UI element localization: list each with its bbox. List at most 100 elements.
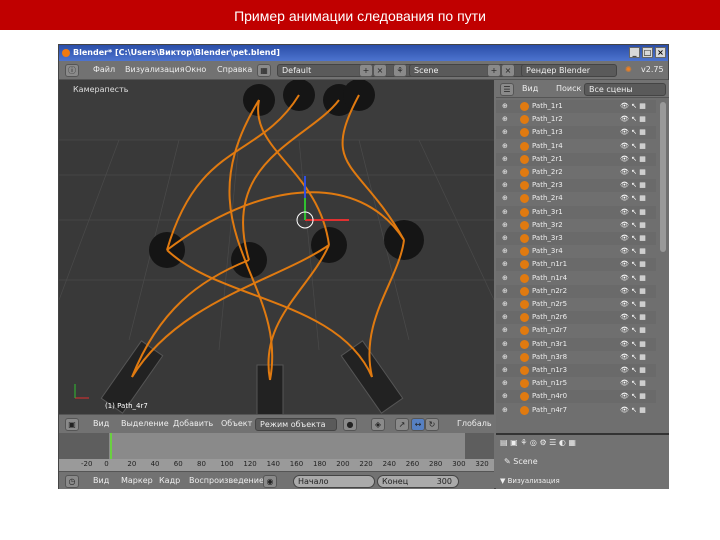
expand-icon[interactable]: ⊕	[502, 258, 508, 271]
visibility-icons[interactable]: 👁 ↖ ▦	[620, 285, 646, 298]
visibility-icons[interactable]: 👁 ↖ ▦	[620, 232, 646, 245]
maximize-button[interactable]: □	[642, 47, 653, 58]
menu-view[interactable]: Вид	[93, 419, 109, 428]
menu-marker[interactable]: Маркер	[121, 476, 153, 485]
visibility-icons[interactable]: 👁 ↖ ▦	[620, 272, 646, 285]
expand-icon[interactable]: ⊕	[502, 219, 508, 232]
outliner-item[interactable]: ⊕ Path_1r4 👁 ↖ ▦	[496, 140, 656, 153]
layout-icon[interactable]: ▦	[257, 64, 271, 77]
mode-select[interactable]: Режим объекта	[255, 418, 337, 431]
visibility-icons[interactable]: 👁 ↖ ▦	[620, 351, 646, 364]
visibility-icons[interactable]: 👁 ↖ ▦	[620, 364, 646, 377]
outliner-item[interactable]: ⊕ Path_n1r5 👁 ↖ ▦	[496, 377, 656, 390]
menu-file[interactable]: Файл	[93, 65, 115, 74]
expand-icon[interactable]: ⊕	[502, 285, 508, 298]
outliner-item[interactable]: ⊕ Path_n2r6 👁 ↖ ▦	[496, 311, 656, 325]
expand-icon[interactable]: ⊕	[502, 364, 508, 377]
expand-icon[interactable]: ⊕	[502, 377, 508, 390]
outliner-item[interactable]: ⊕ Path_n3r8 👁 ↖ ▦	[496, 351, 656, 364]
visibility-icons[interactable]: 👁 ↖ ▦	[620, 153, 646, 166]
scene-remove-button[interactable]: ×	[501, 64, 515, 77]
menu-select[interactable]: Выделение	[121, 419, 169, 428]
visibility-icons[interactable]: 👁 ↖ ▦	[620, 324, 646, 337]
outliner-scrollbar[interactable]	[660, 102, 666, 252]
outliner-item[interactable]: ⊕ Path_n2r2 👁 ↖ ▦	[496, 284, 656, 298]
editor-type-icon[interactable]: ▣	[65, 418, 79, 431]
keying-icon[interactable]: ◉	[263, 475, 277, 488]
menu-playback[interactable]: Воспроизведение	[189, 476, 264, 485]
outliner-item[interactable]: ⊕ Path_1r3 👁 ↖ ▦	[496, 126, 656, 140]
start-frame-field[interactable]: Начало	[293, 475, 375, 488]
translate-icon[interactable]: ↔	[411, 418, 425, 431]
orientation-select[interactable]: Глобаль	[457, 419, 492, 428]
outliner-item[interactable]: ⊕ Path_n4r0 👁 ↖ ▦	[496, 390, 656, 404]
visibility-icons[interactable]: 👁 ↖ ▦	[620, 311, 646, 324]
scene-add-button[interactable]: +	[487, 64, 501, 77]
timeline-ruler[interactable]: -20 0 20 40 60 80 100 120 140 160 180 200 220 240 260 2…	[59, 459, 494, 471]
close-button[interactable]: ×	[655, 47, 666, 58]
visibility-icons[interactable]: 👁 ↖ ▦	[620, 245, 646, 258]
visibility-icons[interactable]: 👁 ↖ ▦	[620, 258, 646, 271]
editor-type-icon[interactable]: ◷	[65, 475, 79, 488]
visibility-icons[interactable]: 👁 ↖ ▦	[620, 404, 646, 416]
visibility-icons[interactable]: 👁 ↖ ▦	[620, 166, 646, 179]
outliner-item[interactable]: ⊕ Path_n3r1 👁 ↖ ▦	[496, 337, 656, 351]
visibility-icons[interactable]: 👁 ↖ ▦	[620, 100, 646, 113]
expand-icon[interactable]: ⊕	[502, 390, 508, 403]
expand-icon[interactable]: ⊕	[502, 311, 508, 324]
outliner-item[interactable]: ⊕ Path_3r1 👁 ↖ ▦	[496, 205, 656, 219]
outliner-item[interactable]: ⊕ Path_3r2 👁 ↖ ▦	[496, 219, 656, 232]
expand-icon[interactable]: ⊕	[502, 298, 508, 311]
expand-icon[interactable]: ⊕	[502, 192, 508, 205]
render-engine-select[interactable]: Рендер Blender	[521, 64, 617, 77]
editor-type-icon[interactable]: ⓘ	[65, 64, 79, 77]
outliner-item[interactable]: ⊕ Path_2r4 👁 ↖ ▦	[496, 192, 656, 205]
visibility-icons[interactable]: 👁 ↖ ▦	[620, 338, 646, 351]
menu-object[interactable]: Объект	[221, 419, 252, 428]
expand-icon[interactable]: ⊕	[502, 100, 508, 113]
expand-icon[interactable]: ⊕	[502, 126, 508, 139]
current-frame-marker[interactable]	[110, 433, 112, 459]
outliner-item[interactable]: ⊕ Path_2r1 👁 ↖ ▦	[496, 152, 656, 166]
visibility-icons[interactable]: 👁 ↖ ▦	[620, 126, 646, 139]
expand-icon[interactable]: ⊕	[502, 245, 508, 258]
outliner-item[interactable]: ⊕ Path_2r3 👁 ↖ ▦	[496, 179, 656, 193]
outliner-item[interactable]: ⊕ Path_3r3 👁 ↖ ▦	[496, 232, 656, 245]
layout-remove-button[interactable]: ×	[373, 64, 387, 77]
menu-window[interactable]: Окно	[185, 65, 206, 74]
properties-tabs[interactable]: ▤ ▣ ⚘ ◎ ⚙ ☰ ◐ ▦	[500, 438, 576, 447]
pivot-icon[interactable]: ◈	[371, 418, 385, 431]
minimize-button[interactable]: _	[629, 47, 640, 58]
visibility-icons[interactable]: 👁 ↖ ▦	[620, 192, 646, 205]
visibility-icons[interactable]: 👁 ↖ ▦	[620, 113, 646, 126]
3d-viewport[interactable]: Камерапесть (1) Path_4r7	[59, 80, 494, 414]
expand-icon[interactable]: ⊕	[502, 338, 508, 351]
outliner-item[interactable]: ⊕ Path_3r4 👁 ↖ ▦	[496, 245, 656, 258]
visibility-icons[interactable]: 👁 ↖ ▦	[620, 390, 646, 403]
menu-frame[interactable]: Кадр	[159, 476, 180, 485]
menu-view[interactable]: Вид	[93, 476, 109, 485]
editor-type-icon[interactable]: ☰	[500, 83, 514, 96]
visibility-icons[interactable]: 👁 ↖ ▦	[620, 219, 646, 232]
outliner-item[interactable]: ⊕ Path_n4r7 👁 ↖ ▦	[496, 404, 656, 416]
outliner-item[interactable]: ⊕ Path_n1r1 👁 ↖ ▦	[496, 258, 656, 272]
visibility-icons[interactable]: 👁 ↖ ▦	[620, 140, 646, 153]
outliner-item[interactable]: ⊕ Path_1r1 👁 ↖ ▦	[496, 100, 656, 113]
rotate-icon[interactable]: ↻	[425, 418, 439, 431]
expand-icon[interactable]: ⊕	[502, 324, 508, 337]
menu-render[interactable]: Визуализация	[125, 65, 185, 74]
visibility-icons[interactable]: 👁 ↖ ▦	[620, 179, 646, 192]
expand-icon[interactable]: ⊕	[502, 206, 508, 219]
render-panel-header[interactable]: ▼ Визуализация	[500, 477, 560, 485]
menu-add[interactable]: Добавить	[173, 419, 213, 428]
visibility-icons[interactable]: 👁 ↖ ▦	[620, 377, 646, 390]
expand-icon[interactable]: ⊕	[502, 232, 508, 245]
scene-icon[interactable]: ⚘	[393, 64, 407, 77]
expand-icon[interactable]: ⊕	[502, 166, 508, 179]
menu-search[interactable]: Поиск	[556, 84, 581, 93]
expand-icon[interactable]: ⊕	[502, 351, 508, 364]
expand-icon[interactable]: ⊕	[502, 179, 508, 192]
menu-help[interactable]: Справка	[217, 65, 252, 74]
expand-icon[interactable]: ⊕	[502, 404, 508, 416]
timeline-area[interactable]	[59, 433, 494, 459]
